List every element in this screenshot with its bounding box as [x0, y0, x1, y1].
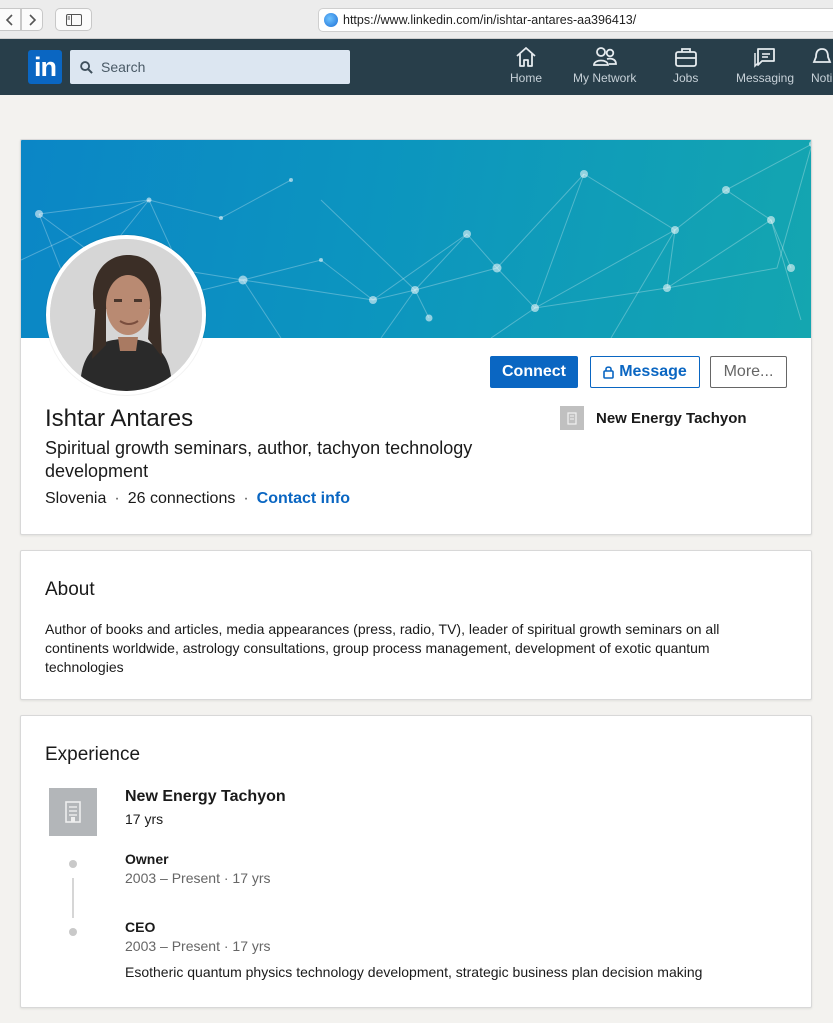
contact-info-link[interactable]: Contact info [257, 490, 350, 508]
message-button[interactable]: Message [590, 356, 700, 388]
separator-dot: · [243, 490, 249, 507]
company-logo-icon[interactable] [49, 788, 97, 836]
search-icon [80, 60, 93, 74]
role-duration: 17 yrs [232, 870, 271, 886]
nav-notifications[interactable]: Noti [811, 46, 833, 90]
back-button[interactable] [0, 8, 21, 31]
nav-my-network[interactable]: My Network [573, 46, 636, 90]
chevron-left-icon [5, 13, 13, 26]
globe-icon [324, 13, 338, 27]
nav-label-my-network: My Network [573, 71, 637, 85]
role-date-range: 2003 – Present [125, 870, 220, 886]
current-company-link[interactable]: New Energy Tachyon [560, 406, 747, 430]
about-section: About Author of books and articles, medi… [20, 550, 812, 700]
role-description-ceo: Esotheric quantum physics technology dev… [125, 964, 703, 980]
about-title: About [45, 579, 95, 600]
experience-title: Experience [45, 744, 141, 765]
network-icon [592, 47, 617, 66]
url-text: https://www.linkedin.com/in/ishtar-antar… [343, 13, 637, 27]
building-icon [560, 406, 584, 430]
briefcase-icon [674, 48, 697, 67]
role-title-ceo: CEO [125, 919, 156, 935]
linkedin-logo[interactable]: in [28, 50, 62, 84]
chevron-right-icon [29, 13, 37, 26]
messaging-icon [754, 48, 775, 68]
timeline-dot [69, 928, 77, 936]
sidebar-icon [65, 13, 82, 26]
history-buttons [0, 8, 43, 31]
about-text: Author of books and articles, media appe… [45, 621, 720, 675]
role-title-owner: Owner [125, 851, 169, 867]
person-photo [50, 239, 202, 391]
role-dates-ceo: 2003 – Present · 17 yrs [125, 938, 271, 954]
nav-home[interactable]: Home [510, 46, 542, 90]
profile-photo[interactable] [46, 235, 206, 395]
address-bar[interactable]: https://www.linkedin.com/in/ishtar-antar… [318, 8, 833, 32]
nav-label-messaging: Messaging [736, 71, 795, 85]
linkedin-header: in Search Home My Network Jobs Messaging… [0, 39, 833, 95]
sidebar-toggle-button[interactable] [55, 8, 92, 31]
lock-icon [603, 365, 615, 379]
more-button[interactable]: More... [710, 356, 787, 388]
profile-headline: Spiritual growth seminars, author, tachy… [45, 438, 473, 481]
forward-button[interactable] [21, 8, 43, 31]
search-input[interactable]: Search [70, 50, 350, 84]
nav-label-jobs: Jobs [673, 71, 699, 85]
home-icon [516, 47, 536, 67]
role-duration: 17 yrs [232, 938, 271, 954]
nav-label-notifications: Noti [811, 71, 833, 85]
nav-messaging[interactable]: Messaging [736, 46, 794, 90]
experience-company-name[interactable]: New Energy Tachyon [125, 788, 286, 806]
bell-icon [812, 48, 832, 63]
profile-connections[interactable]: 26 connections [128, 490, 236, 508]
search-placeholder: Search [101, 59, 146, 75]
profile-name: Ishtar Antares [45, 405, 194, 432]
experience-total-duration: 17 yrs [125, 811, 164, 827]
profile-location: Slovenia [45, 490, 107, 507]
profile-card: Connect Message More... Ishtar Antares S… [20, 139, 812, 535]
separator-dot: · [114, 490, 120, 507]
role-date-range: 2003 – Present [125, 938, 220, 954]
profile-meta: Slovenia · 26 connections · Contact info [45, 490, 350, 508]
nav-label-home: Home [510, 71, 543, 85]
role-dates-owner: 2003 – Present · 17 yrs [125, 870, 271, 886]
timeline-dot [69, 860, 77, 868]
experience-section: Experience New Energy Tachyon 17 yrs Own… [20, 715, 812, 1008]
browser-toolbar: https://www.linkedin.com/in/ishtar-antar… [0, 0, 833, 39]
connect-button[interactable]: Connect [490, 356, 578, 388]
message-button-label: Message [619, 363, 687, 380]
timeline-line [72, 878, 74, 918]
nav-jobs[interactable]: Jobs [673, 46, 698, 90]
current-company-name: New Energy Tachyon [596, 409, 747, 427]
